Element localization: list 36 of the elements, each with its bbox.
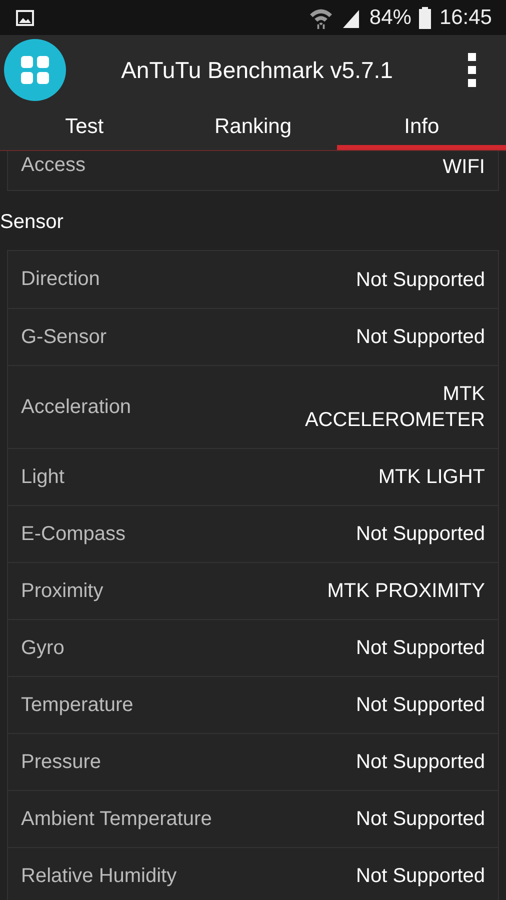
row-value: Not Supported <box>356 864 485 889</box>
row-label: G-Sensor <box>21 326 107 348</box>
clock-time: 16:45 <box>439 6 492 30</box>
row-label: E-Compass <box>21 522 126 546</box>
row-label: Ambient Temperature <box>21 808 212 830</box>
wifi-icon <box>309 6 334 28</box>
row-value: Not Supported <box>356 522 485 547</box>
row-label: Acceleration <box>21 396 132 418</box>
row-value: WIFI <box>442 155 485 180</box>
row-label: Direction <box>21 268 100 291</box>
row-value: MTK PROXIMITY <box>327 579 485 604</box>
app-title: AnTuTu Benchmark v5.7.1 <box>120 56 394 84</box>
section-title: Sensor <box>0 210 64 235</box>
row-label: Pressure <box>21 750 102 774</box>
signal-icon <box>341 8 362 28</box>
row-label: Light <box>21 466 64 488</box>
row-label: Temperature <box>21 694 134 716</box>
row-label: Gyro <box>21 636 64 660</box>
row-value: Not Supported <box>356 807 485 832</box>
row-label: Proximity <box>21 580 104 602</box>
row-value: MTK LIGHT <box>378 465 485 490</box>
row-value: Not Supported <box>356 636 485 661</box>
row-value: MTK ACCELEROMETER <box>304 382 485 433</box>
battery-icon <box>419 6 432 28</box>
row-value: Not Supported <box>356 268 485 292</box>
row-label: Access <box>21 154 86 177</box>
row-value: Not Supported <box>356 750 485 775</box>
tab[interactable]: Test <box>0 105 169 150</box>
row-value: Not Supported <box>356 693 485 718</box>
row-value: Not Supported <box>356 325 485 350</box>
battery-percent: 84% <box>369 6 412 30</box>
grid-icon <box>20 55 50 85</box>
overflow-menu-icon[interactable] <box>468 53 476 87</box>
image-icon <box>16 10 34 26</box>
row-label: Relative Humidity <box>21 864 177 888</box>
tab[interactable]: Ranking <box>168 105 338 150</box>
